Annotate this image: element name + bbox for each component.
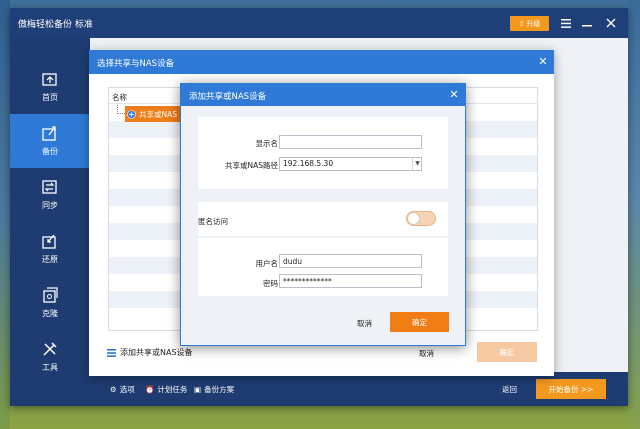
sidebar-item-home[interactable]: 首页: [10, 60, 90, 114]
backup-scheme-link[interactable]: ▣ 备份方案: [194, 384, 234, 395]
toggle-knob: [408, 213, 419, 224]
scheme-icon: ▣: [194, 385, 202, 394]
minimize-icon[interactable]: [580, 16, 594, 30]
upgrade-label: 升级: [526, 19, 541, 28]
gear-icon: ⚙: [110, 385, 117, 394]
cancel-button[interactable]: 取消: [357, 318, 372, 329]
anonymous-panel: 匿名访问: [198, 202, 448, 236]
add-share-nas-link[interactable]: 添加共享或NAS设备: [107, 347, 193, 358]
backup-icon: [42, 126, 56, 141]
sidebar-item-label: 同步: [42, 201, 58, 210]
desktop-wallpaper-right: [628, 0, 640, 429]
chevron-down-icon[interactable]: ▼: [412, 158, 422, 170]
sidebar-item-label: 备份: [42, 147, 58, 156]
options-label: 选项: [119, 385, 135, 394]
path-panel: 显示名 共享或NAS路径 192.168.5.30 ▼: [198, 117, 448, 189]
restore-icon: [42, 234, 56, 249]
close-icon[interactable]: ✕: [447, 88, 461, 102]
display-name-label: 显示名: [255, 139, 279, 148]
credentials-panel: 用户名 密码: [198, 238, 448, 296]
tree-connector: [117, 105, 125, 114]
back-button[interactable]: 返回: [502, 384, 517, 395]
close-window-icon[interactable]: [604, 16, 618, 30]
dialog-title-bar: 选择共享与NAS设备 ✕: [89, 50, 554, 74]
title-bar: 傲梅轻松备份 标准 ⇧ 升级: [10, 8, 628, 38]
options-link[interactable]: ⚙ 选项: [110, 384, 135, 395]
path-label: 共享或NAS路径: [224, 161, 278, 170]
ok-button-disabled[interactable]: 确定: [477, 342, 537, 362]
menu-icon[interactable]: [559, 16, 573, 30]
tools-icon: [43, 342, 57, 356]
list-icon: [107, 348, 116, 357]
sidebar-item-restore[interactable]: 还原: [10, 222, 90, 276]
password-label: 密码: [263, 279, 278, 288]
dialog-title: 选择共享与NAS设备: [97, 59, 175, 69]
sidebar-item-sync[interactable]: 同步: [10, 168, 90, 222]
sidebar-item-backup[interactable]: 备份: [10, 114, 90, 168]
ok-button[interactable]: 确定: [390, 312, 449, 332]
anonymous-access-label: 匿名访问: [198, 217, 228, 226]
dialog-title-bar: 添加共享或NAS设备 ✕: [181, 84, 465, 106]
sidebar-item-label: 工具: [42, 363, 58, 372]
start-backup-button[interactable]: 开始备份 >>: [536, 379, 606, 399]
add-share-nas-dialog: 添加共享或NAS设备 ✕ 显示名 共享或NAS路径 192.168.5.30 ▼…: [180, 83, 466, 346]
upgrade-arrow-icon: ⇧: [518, 19, 525, 28]
schedule-label: 计划任务: [157, 385, 188, 394]
sidebar-item-tools[interactable]: 工具: [10, 330, 90, 384]
desktop-wallpaper-left: [0, 0, 10, 429]
close-icon[interactable]: ✕: [536, 55, 550, 69]
add-share-nas-label: 添加共享或NAS设备: [120, 348, 193, 357]
tree-node-label: 共享或NAS: [139, 109, 178, 119]
home-icon: [42, 73, 57, 86]
sidebar-item-clone[interactable]: 克隆: [10, 276, 90, 330]
path-combobox[interactable]: 192.168.5.30 ▼: [279, 157, 422, 171]
alarm-clock-icon: ⏰: [145, 385, 155, 394]
dialog-title: 添加共享或NAS设备: [189, 92, 267, 102]
network-folder-icon: [127, 109, 136, 119]
display-name-input[interactable]: [279, 135, 422, 149]
scheme-label: 备份方案: [204, 385, 235, 394]
anonymous-toggle[interactable]: [406, 211, 436, 226]
upgrade-button[interactable]: ⇧ 升级: [510, 16, 549, 31]
clone-icon: [43, 287, 58, 303]
sidebar-item-label: 克隆: [42, 309, 58, 318]
sync-icon: [42, 180, 57, 194]
cancel-button[interactable]: 取消: [419, 348, 434, 359]
sidebar-item-label: 首页: [42, 93, 58, 102]
path-value: 192.168.5.30: [283, 159, 334, 168]
sidebar-item-label: 还原: [42, 255, 58, 264]
name-column-header: 名称: [112, 93, 127, 102]
password-input[interactable]: [279, 274, 422, 288]
bottom-bar: ⚙ 选项 ⏰ 计划任务 ▣ 备份方案 返回 开始备份 >>: [90, 372, 628, 406]
username-input[interactable]: [279, 254, 422, 268]
app-title: 傲梅轻松备份 标准: [18, 20, 93, 30]
sidebar: 首页 备份 同步 还原 克隆 工具: [10, 38, 90, 406]
schedule-link[interactable]: ⏰ 计划任务: [145, 384, 187, 395]
username-label: 用户名: [255, 259, 279, 268]
